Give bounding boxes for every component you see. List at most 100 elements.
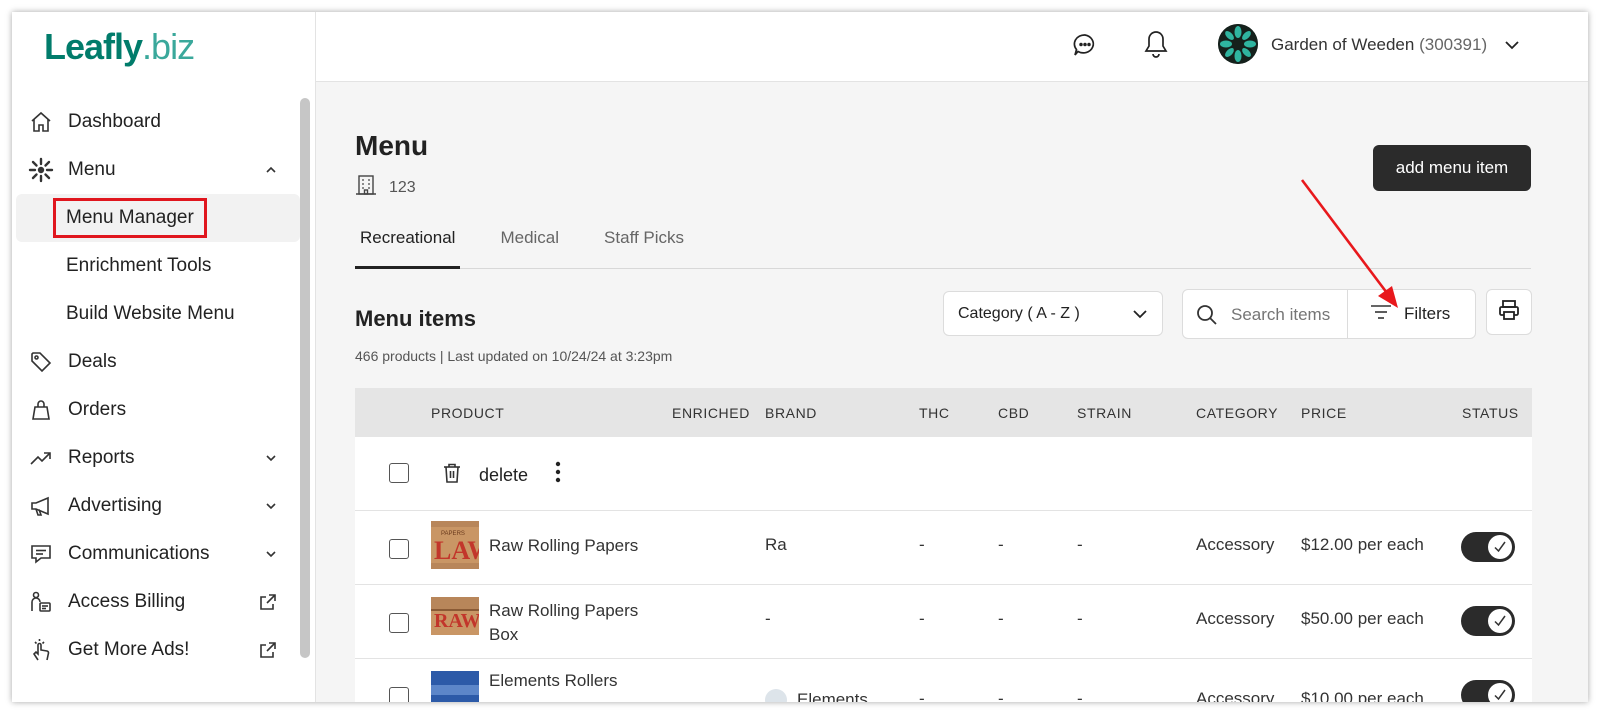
row-checkbox[interactable] (389, 539, 409, 559)
sidebar-item-menu[interactable]: Menu (16, 146, 300, 194)
logo-main: Leafly (44, 26, 143, 67)
price-cell: $12.00 per each (1301, 535, 1424, 554)
sidebar-item-label: Enrichment Tools (66, 255, 212, 276)
bulk-delete-button[interactable]: delete (443, 463, 528, 488)
trend-icon (28, 445, 54, 471)
product-thumbnail: LAWPAPERS (431, 521, 493, 569)
store-name: Garden of Weeden (1271, 35, 1415, 54)
strain-cell: - (1077, 689, 1083, 702)
store-switcher[interactable]: Garden of Weeden (300391) (1271, 35, 1487, 55)
sort-select[interactable]: Category ( A - Z ) (943, 291, 1163, 336)
product-name[interactable]: Raw Rolling Papers (489, 536, 638, 556)
sidebar-item-communications[interactable]: Communications (16, 530, 300, 578)
sidebar-item-label: Deals (68, 351, 117, 372)
check-icon (1488, 683, 1512, 702)
sidebar-item-get-more-ads[interactable]: Get More Ads! (16, 626, 300, 674)
filter-icon (1370, 303, 1392, 326)
sidebar-item-dashboard[interactable]: Dashboard (16, 98, 300, 146)
sidebar-item-label: Reports (68, 447, 135, 468)
message-icon (28, 541, 54, 567)
menu-manager-highlight-box: Menu Manager (53, 198, 207, 238)
sort-value: Category ( A - Z ) (958, 304, 1080, 322)
sidebar-item-access-billing[interactable]: Access Billing (16, 578, 300, 626)
search-input[interactable] (1231, 302, 1349, 328)
chevron-down-icon[interactable] (264, 451, 278, 470)
cbd-cell: - (998, 689, 1004, 702)
menu-tabs: Recreational Medical Staff Picks (355, 228, 1531, 269)
status-toggle[interactable] (1461, 680, 1515, 702)
search-filter-group: Filters (1182, 289, 1476, 339)
page-title: Menu (355, 130, 429, 161)
leafly-biz-logo[interactable]: Leafly.biz (44, 26, 195, 68)
col-price[interactable]: PRICE (1301, 405, 1347, 421)
more-options-icon[interactable] (555, 461, 561, 488)
col-brand[interactable]: BRAND (765, 405, 817, 421)
sidebar-item-label: Build Website Menu (66, 303, 235, 324)
thc-cell: - (919, 535, 925, 554)
filters-button[interactable]: Filters (1348, 290, 1476, 338)
sidebar-item-label: Menu (68, 159, 116, 180)
sidebar-item-label: Advertising (68, 495, 162, 516)
sidebar-item-enrichment-tools[interactable]: Enrichment Tools (16, 242, 300, 290)
product-name[interactable]: Elements Rollers (489, 671, 618, 691)
table-row[interactable]: LAWPAPERS Raw Rolling Papers Ra - - - Ac… (355, 511, 1532, 585)
price-cell: $50.00 per each (1301, 609, 1424, 628)
table-row[interactable]: RAW Raw Rolling Papers Box - - - - Access… (355, 585, 1532, 659)
external-link-icon[interactable] (258, 592, 278, 617)
thc-cell: - (919, 689, 925, 702)
check-icon (1488, 609, 1512, 633)
app-window: Leafly.biz Dashboard Menu Menu Manager E… (12, 12, 1588, 702)
category-cell: Accessory (1196, 689, 1275, 702)
chevron-down-icon[interactable] (264, 547, 278, 566)
store-avatar[interactable] (1218, 24, 1258, 64)
sidebar-item-label: Communications (68, 543, 210, 564)
sidebar-item-deals[interactable]: Deals (16, 338, 300, 386)
col-status[interactable]: STATUS (1462, 405, 1519, 421)
svg-text:RAW: RAW (434, 610, 479, 632)
row-checkbox[interactable] (389, 613, 409, 633)
tab-staff-picks[interactable]: Staff Picks (599, 228, 689, 269)
sidebar-item-orders[interactable]: Orders (16, 386, 300, 434)
sidebar-item-build-website-menu[interactable]: Build Website Menu (16, 290, 300, 338)
col-cbd[interactable]: CBD (998, 405, 1029, 421)
sidebar-nav: Dashboard Menu Menu Manager Enrichment T… (16, 98, 300, 674)
col-product[interactable]: PRODUCT (431, 405, 504, 421)
bulk-delete-label: delete (479, 465, 529, 485)
print-button[interactable] (1486, 289, 1532, 335)
strain-cell: - (1077, 609, 1083, 628)
sidebar-item-advertising[interactable]: Advertising (16, 482, 300, 530)
col-thc[interactable]: THC (919, 405, 950, 421)
chevron-up-icon[interactable] (264, 163, 278, 182)
product-thumbnail (431, 671, 479, 702)
store-info: 123 (355, 174, 416, 201)
sidebar-scrollbar[interactable] (300, 98, 310, 658)
bulk-actions-row: delete (355, 437, 1532, 511)
top-bar: Garden of Weeden (300391) (316, 12, 1588, 82)
row-checkbox[interactable] (389, 687, 409, 702)
chevron-down-icon[interactable] (264, 499, 278, 518)
sidebar-item-reports[interactable]: Reports (16, 434, 300, 482)
product-name-line2: Box (489, 625, 519, 644)
tab-recreational[interactable]: Recreational (355, 228, 461, 269)
status-toggle[interactable] (1461, 606, 1515, 636)
printer-icon (1498, 299, 1520, 326)
table-header: PRODUCT ENRICHED BRAND THC CBD STRAIN CA… (355, 388, 1532, 437)
megaphone-icon (28, 493, 54, 519)
col-category[interactable]: CATEGORY (1196, 405, 1278, 421)
table-row[interactable]: Elements Rollers Elements - - - Accessor… (355, 659, 1532, 702)
add-menu-item-button[interactable]: add menu item (1373, 145, 1531, 191)
bell-icon[interactable] (1142, 29, 1170, 64)
sidebar-item-menu-manager[interactable]: Menu Manager (16, 194, 300, 242)
chat-icon[interactable] (1072, 32, 1098, 63)
tab-medical[interactable]: Medical (495, 228, 564, 269)
external-link-icon[interactable] (258, 640, 278, 665)
status-toggle[interactable] (1461, 532, 1515, 562)
billing-icon (28, 589, 54, 615)
select-all-checkbox[interactable] (389, 463, 409, 483)
svg-text:LAW: LAW (434, 536, 479, 565)
product-name[interactable]: Raw Rolling Papers Box (489, 599, 638, 647)
brand-cell: - (765, 609, 771, 628)
chevron-down-icon[interactable] (1504, 38, 1520, 57)
col-enriched[interactable]: ENRICHED (672, 405, 750, 421)
col-strain[interactable]: STRAIN (1077, 405, 1132, 421)
